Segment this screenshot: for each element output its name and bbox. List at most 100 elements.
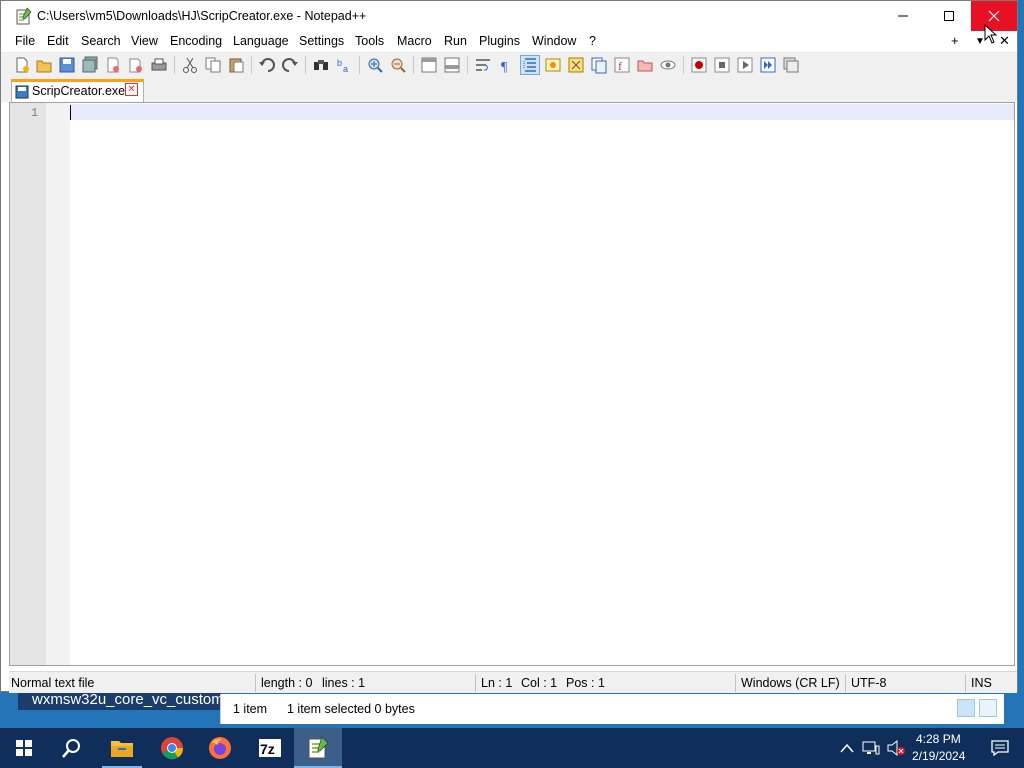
fold-margin[interactable] [46, 103, 70, 665]
cut-icon[interactable] [181, 56, 199, 74]
document-list-icon[interactable] [590, 56, 608, 74]
line-number: 1 [31, 106, 39, 120]
status-eol[interactable]: Windows (CR LF) [741, 676, 840, 690]
status-separator [475, 674, 476, 692]
notification-center-button[interactable] [976, 728, 1024, 768]
menu-view[interactable]: View [131, 34, 158, 48]
macro-record-icon[interactable] [690, 56, 708, 74]
toolbar-separator [359, 56, 360, 74]
status-ln: Ln : 1 [481, 676, 513, 690]
status-encoding[interactable]: UTF-8 [851, 676, 886, 690]
macro-play-icon[interactable] [736, 56, 754, 74]
window-title: C:\Users\vm5\Downloads\HJ\ScripCreator.e… [37, 9, 367, 23]
taskbar-clock-time[interactable]: 4:28 PM [916, 732, 961, 746]
status-separator [845, 674, 846, 692]
macro-save-icon[interactable] [782, 56, 800, 74]
macro-stop-icon[interactable] [713, 56, 731, 74]
menu-encoding[interactable]: Encoding [170, 34, 222, 48]
macro-run-multiple-icon[interactable] [759, 56, 777, 74]
redo-icon[interactable] [281, 56, 299, 74]
taskbar-clock-date[interactable]: 2/19/2024 [912, 749, 965, 763]
indent-guide-icon[interactable] [520, 55, 540, 75]
status-length: length : 0 [261, 676, 313, 690]
menu-run[interactable]: Run [444, 34, 467, 48]
menu-settings[interactable]: Settings [299, 34, 344, 48]
chrome-icon [161, 737, 184, 760]
firefox-icon [209, 737, 231, 759]
save-all-icon[interactable] [81, 56, 99, 74]
taskbar: 7z [0, 728, 1024, 768]
find-icon[interactable] [312, 56, 330, 74]
large-icons-view-icon[interactable] [979, 699, 997, 717]
sync-vertical-icon[interactable] [420, 56, 438, 74]
close-icon [988, 10, 1000, 22]
function-list-icon[interactable]: f [613, 56, 631, 74]
editor[interactable] [9, 102, 1015, 666]
background-explorer-title[interactable]: wxmsw32u_core_vc_custom [18, 690, 222, 710]
text-caret [70, 105, 71, 120]
file-explorer-icon [111, 741, 133, 757]
svg-text:¶: ¶ [501, 60, 508, 74]
close-document-icon[interactable]: ✕ [999, 33, 1010, 49]
new-file-icon[interactable] [13, 56, 31, 74]
monitoring-icon[interactable] [659, 56, 677, 74]
tab-scripcreator[interactable]: ScripCreator.exe ✕ [11, 79, 144, 102]
print-icon[interactable] [150, 56, 168, 74]
close-file-icon[interactable] [104, 56, 122, 74]
menu-search[interactable]: Search [81, 34, 121, 48]
close-all-icon[interactable] [127, 56, 145, 74]
toolbar-separator [174, 56, 175, 74]
replace-icon[interactable]: ba [335, 56, 353, 74]
toolbar-separator [251, 56, 252, 74]
show-hidden-icons-icon[interactable] [840, 742, 854, 754]
tab-close-icon[interactable]: ✕ [125, 83, 138, 96]
notepadpp-app-icon [16, 7, 32, 25]
title-bar[interactable]: C:\Users\vm5\Downloads\HJ\ScripCreator.e… [1, 1, 1017, 31]
start-button[interactable] [0, 728, 48, 768]
copy-icon[interactable] [204, 56, 222, 74]
menu-tools[interactable]: Tools [355, 34, 384, 48]
taskbar-firefox[interactable] [196, 728, 244, 768]
mouse-cursor-icon [984, 24, 998, 44]
add-tab-icon[interactable]: + [951, 33, 959, 48]
status-file-type: Normal text file [11, 676, 95, 690]
svg-text:f: f [618, 59, 622, 73]
paste-icon[interactable] [227, 56, 245, 74]
menu-language[interactable]: Language [233, 34, 289, 48]
taskbar-file-explorer[interactable] [98, 728, 146, 768]
folder-as-workspace-icon[interactable] [636, 56, 654, 74]
word-wrap-icon[interactable] [474, 56, 492, 74]
line-number-margin [10, 103, 46, 665]
taskbar-chrome[interactable] [148, 728, 196, 768]
udl-icon[interactable] [544, 56, 562, 74]
status-bar: Normal text file length : 0 lines : 1 Ln… [9, 671, 1017, 693]
menu-edit[interactable]: Edit [47, 34, 69, 48]
maximize-button[interactable] [926, 1, 972, 31]
svg-text:b: b [337, 58, 342, 68]
open-file-icon[interactable] [35, 56, 53, 74]
undo-icon[interactable] [258, 56, 276, 74]
details-view-icon[interactable] [957, 699, 975, 717]
toolbar-separator [305, 56, 306, 74]
menu-help[interactable]: ? [589, 34, 596, 48]
menu-file[interactable]: File [15, 34, 35, 48]
document-map-icon[interactable] [567, 56, 585, 74]
tab-bar [1, 76, 1017, 102]
menu-window[interactable]: Window [532, 34, 576, 48]
toolbar-separator [413, 56, 414, 74]
save-icon[interactable] [58, 56, 76, 74]
taskbar-notepadpp[interactable] [294, 728, 342, 768]
background-explorer-statusbar: 1 item 1 item selected 0 bytes [220, 694, 1004, 724]
show-all-characters-icon[interactable]: ¶ [497, 56, 515, 74]
zoom-in-icon[interactable] [366, 56, 384, 74]
volume-muted-icon[interactable] [886, 740, 906, 756]
menu-macro[interactable]: Macro [397, 34, 432, 48]
menu-plugins[interactable]: Plugins [479, 34, 520, 48]
taskbar-7zip[interactable]: 7z [246, 728, 294, 768]
network-icon[interactable] [862, 740, 880, 756]
sync-horizontal-icon[interactable] [443, 56, 461, 74]
minimize-button[interactable] [880, 1, 926, 31]
search-button[interactable] [48, 728, 96, 768]
zoom-out-icon[interactable] [389, 56, 407, 74]
status-insert-mode[interactable]: INS [971, 676, 992, 690]
